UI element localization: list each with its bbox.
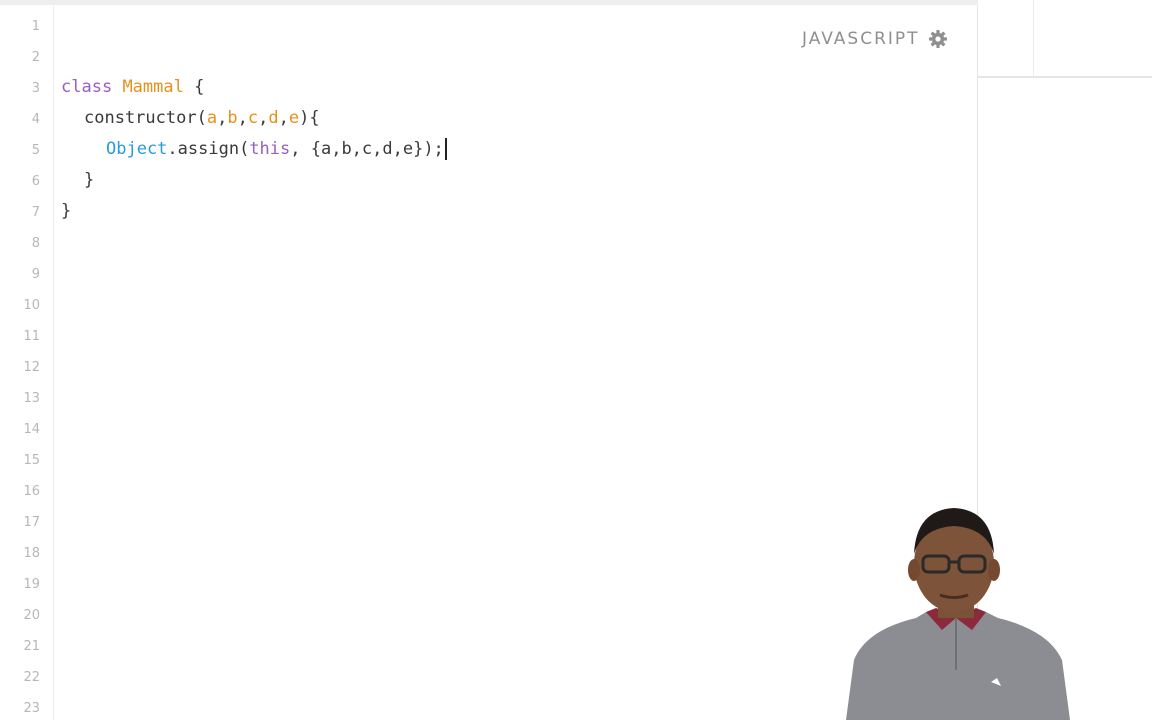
code-line-3[interactable]: class Mammal {	[61, 75, 204, 99]
line-number: 23	[23, 701, 40, 716]
code-token: , {a,b,c,d,e});	[290, 139, 444, 159]
line-number: 12	[23, 360, 40, 375]
line-number: 8	[31, 236, 40, 251]
line-number: 19	[23, 577, 40, 592]
line-number: 22	[23, 670, 40, 685]
code-token: {	[183, 77, 205, 97]
class-name: Mammal	[122, 77, 184, 97]
builtin-object: Object	[106, 139, 168, 159]
keyword-this: this	[249, 139, 291, 159]
code-line-7[interactable]: }	[61, 199, 71, 223]
param-d: d	[268, 108, 279, 128]
code-token: constructor(	[84, 108, 207, 128]
line-number: 5	[31, 143, 40, 158]
line-number: 20	[23, 608, 40, 623]
line-number: 17	[23, 515, 40, 530]
param-a: a	[206, 108, 218, 128]
line-number: 18	[23, 546, 40, 561]
line-number: 21	[23, 639, 40, 654]
language-label: JAVASCRIPT	[802, 29, 920, 49]
line-number: 1	[31, 19, 40, 34]
line-number: 10	[23, 298, 40, 313]
line-number: 13	[23, 391, 40, 406]
language-selector[interactable]: JAVASCRIPT	[802, 29, 948, 49]
line-number: 15	[23, 453, 40, 468]
param-c: c	[247, 108, 259, 128]
code-line-5[interactable]: Object.assign(this, {a,b,c,d,e});	[106, 137, 447, 161]
param-b: b	[227, 108, 238, 128]
line-number: 4	[31, 112, 40, 127]
line-number: 7	[31, 205, 40, 220]
code-token: .assign(	[167, 139, 250, 159]
text-cursor	[444, 138, 447, 160]
line-number: 16	[23, 484, 40, 499]
code-token: ){	[299, 108, 320, 128]
line-number: 11	[23, 329, 40, 344]
gear-icon[interactable]	[928, 29, 948, 49]
line-number: 6	[31, 174, 40, 189]
param-e: e	[288, 108, 300, 128]
code-token: }	[61, 201, 72, 221]
code-token: }	[84, 170, 95, 190]
line-number: 9	[31, 267, 40, 282]
line-number: 2	[31, 50, 40, 65]
app-frame: 1 2 3 4 5 6 7 8 9 10 11 12 13 14 15 16 17 18 19 20 21 22 23 JA…	[0, 0, 1152, 720]
code-line-6[interactable]: }	[84, 168, 94, 192]
line-number: 14	[23, 422, 40, 437]
keyword-class: class	[61, 77, 113, 97]
code-line-4[interactable]: constructor(a,b,c,d,e){	[84, 106, 320, 130]
presenter-video-icon	[846, 508, 1070, 720]
side-tab-area[interactable]	[978, 0, 1152, 78]
side-divider	[1033, 0, 1034, 76]
line-number: 3	[31, 81, 40, 96]
line-number-gutter: 1 2 3 4 5 6 7 8 9 10 11 12 13 14 15 16 17 18 19 20 21 22 23	[0, 5, 54, 720]
